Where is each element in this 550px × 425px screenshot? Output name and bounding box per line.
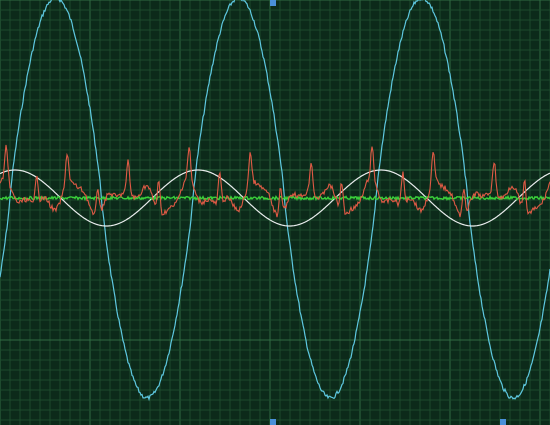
bottom-cursor-marker-left[interactable] [270, 419, 276, 425]
top-cursor-marker[interactable] [270, 0, 276, 6]
bottom-cursor-marker-right[interactable] [500, 419, 506, 425]
oscilloscope-display[interactable] [0, 0, 550, 425]
